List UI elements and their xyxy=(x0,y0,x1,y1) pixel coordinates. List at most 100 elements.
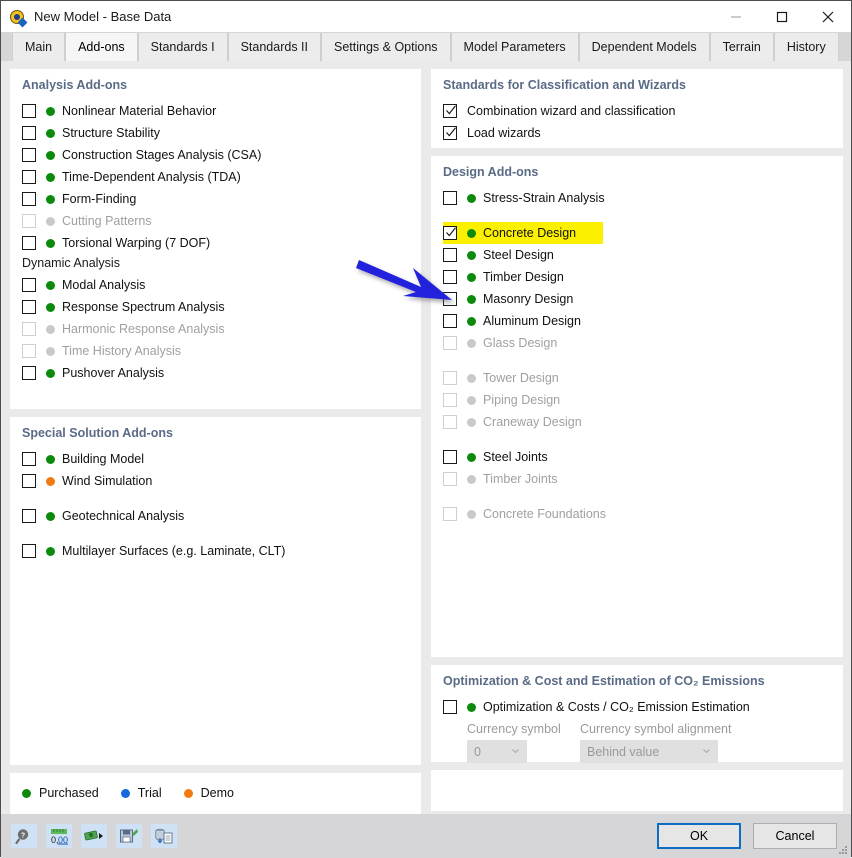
option-row-modal-analysis[interactable]: Modal Analysis xyxy=(22,274,409,296)
currency-alignment-select[interactable]: Behind value xyxy=(580,740,718,763)
dialog-window: New Model - Base Data Main Add-ons Stand… xyxy=(0,0,852,858)
tab-add-ons[interactable]: Add-ons xyxy=(65,33,138,61)
option-row-concrete-foundations[interactable]: Concrete Foundations xyxy=(443,503,831,525)
checkbox-pushover-analysis[interactable] xyxy=(22,366,36,380)
checkbox-masonry-design[interactable] xyxy=(443,292,457,306)
dialog-buttons: OK Cancel xyxy=(657,823,837,849)
option-row-steel-design[interactable]: Steel Design xyxy=(443,244,831,266)
checkbox-concrete-foundations[interactable] xyxy=(443,507,457,521)
checkbox-load-wizards[interactable] xyxy=(443,126,457,140)
checkbox-construction-stages-analysis-csa[interactable] xyxy=(22,148,36,162)
option-row-craneway-design[interactable]: Craneway Design xyxy=(443,411,831,433)
checkbox-building-model[interactable] xyxy=(22,452,36,466)
cancel-button[interactable]: Cancel xyxy=(753,823,837,849)
resize-grip-icon[interactable] xyxy=(838,845,848,855)
status-dot-purchased xyxy=(467,702,476,712)
option-row-pushover-analysis[interactable]: Pushover Analysis xyxy=(22,362,409,384)
status-dot-purchased xyxy=(46,106,55,116)
checkbox-multilayer-surfaces-e-g-laminate-clt[interactable] xyxy=(22,544,36,558)
checkbox-timber-design[interactable] xyxy=(443,270,457,284)
tab-model-parameters[interactable]: Model Parameters xyxy=(450,33,579,61)
option-label: Multilayer Surfaces (e.g. Laminate, CLT) xyxy=(62,544,286,558)
currency-symbol-value: 0 xyxy=(474,744,481,759)
help-search-icon[interactable]: ? xyxy=(11,824,37,848)
tab-dependent-models[interactable]: Dependent Models xyxy=(578,33,710,61)
checkbox-structure-stability[interactable] xyxy=(22,126,36,140)
checkbox-response-spectrum-analysis[interactable] xyxy=(22,300,36,314)
option-row-timber-joints[interactable]: Timber Joints xyxy=(443,468,831,490)
import-data-icon[interactable] xyxy=(151,824,177,848)
option-row-combination-wizard-and-classification[interactable]: Combination wizard and classification xyxy=(443,100,831,122)
ok-button[interactable]: OK xyxy=(657,823,741,849)
currency-symbol-select[interactable]: 0 xyxy=(467,740,527,763)
checkbox-combination-wizard-and-classification[interactable] xyxy=(443,104,457,118)
option-row-aluminum-design[interactable]: Aluminum Design xyxy=(443,310,831,332)
checkbox-stress-strain-analysis[interactable] xyxy=(443,191,457,205)
checkbox-craneway-design[interactable] xyxy=(443,415,457,429)
option-row-time-dependent-analysis-tda[interactable]: Time-Dependent Analysis (TDA) xyxy=(22,166,409,188)
maximize-icon[interactable] xyxy=(759,1,805,32)
option-row-multilayer-surfaces-e-g-laminate-clt[interactable]: Multilayer Surfaces (e.g. Laminate, CLT) xyxy=(22,540,409,562)
minimize-icon[interactable] xyxy=(713,1,759,32)
title-bar: New Model - Base Data xyxy=(1,1,851,32)
option-row-tower-design[interactable]: Tower Design xyxy=(443,367,831,389)
option-row-construction-stages-analysis-csa[interactable]: Construction Stages Analysis (CSA) xyxy=(22,144,409,166)
checkbox-cutting-patterns[interactable] xyxy=(22,214,36,228)
checkbox-tower-design[interactable] xyxy=(443,371,457,385)
units-decimal-icon[interactable]: 0, 00 xyxy=(46,824,72,848)
option-label: Wind Simulation xyxy=(62,474,153,488)
option-row-building-model[interactable]: Building Model xyxy=(22,448,409,470)
tab-standards-ii[interactable]: Standards II xyxy=(227,33,321,61)
checkbox-form-finding[interactable] xyxy=(22,192,36,206)
checkbox-steel-joints[interactable] xyxy=(443,450,457,464)
checkbox-geotechnical-analysis[interactable] xyxy=(22,509,36,523)
option-row-geotechnical-analysis[interactable]: Geotechnical Analysis xyxy=(22,505,409,527)
option-row-nonlinear-material-behavior[interactable]: Nonlinear Material Behavior xyxy=(22,100,409,122)
checkbox-harmonic-response-analysis[interactable] xyxy=(22,322,36,336)
status-dot-purchased xyxy=(46,511,55,521)
option-row-torsional-warping-7-dof[interactable]: Torsional Warping (7 DOF) xyxy=(22,232,409,254)
option-row-response-spectrum-analysis[interactable]: Response Spectrum Analysis xyxy=(22,296,409,318)
option-row-concrete-design[interactable]: Concrete Design xyxy=(443,222,603,244)
checkbox-steel-design[interactable] xyxy=(443,248,457,262)
checkbox-wind-simulation[interactable] xyxy=(22,474,36,488)
option-row-cutting-patterns[interactable]: Cutting Patterns xyxy=(22,210,409,232)
checkbox-time-history-analysis[interactable] xyxy=(22,344,36,358)
option-row-optimization-costs-co-emission-estimation[interactable]: Optimization & Costs / CO₂ Emission Esti… xyxy=(443,696,831,718)
currency-alignment-value: Behind value xyxy=(587,744,660,759)
option-row-wind-simulation[interactable]: Wind Simulation xyxy=(22,470,409,492)
save-template-icon[interactable] xyxy=(116,824,142,848)
option-row-piping-design[interactable]: Piping Design xyxy=(443,389,831,411)
checkbox-optimization-costs-co-emission-estimation[interactable] xyxy=(443,700,457,714)
checkbox-nonlinear-material-behavior[interactable] xyxy=(22,104,36,118)
option-row-timber-design[interactable]: Timber Design xyxy=(443,266,831,288)
option-row-time-history-analysis[interactable]: Time History Analysis xyxy=(22,340,409,362)
checkbox-timber-joints[interactable] xyxy=(443,472,457,486)
money-transfer-icon[interactable] xyxy=(81,824,107,848)
checkbox-concrete-design[interactable] xyxy=(443,226,457,240)
option-row-structure-stability[interactable]: Structure Stability xyxy=(22,122,409,144)
panel-analysis-add-ons: Analysis Add-ons Nonlinear Material Beha… xyxy=(10,69,421,409)
tab-history[interactable]: History xyxy=(773,33,839,61)
checkbox-aluminum-design[interactable] xyxy=(443,314,457,328)
checkbox-glass-design[interactable] xyxy=(443,336,457,350)
checkbox-torsional-warping-7-dof[interactable] xyxy=(22,236,36,250)
status-dot-purchased xyxy=(467,228,476,238)
option-label: Geotechnical Analysis xyxy=(62,509,185,523)
status-dot-demo xyxy=(46,476,55,486)
tab-settings-options[interactable]: Settings & Options xyxy=(321,33,451,61)
tab-terrain[interactable]: Terrain xyxy=(709,33,774,61)
option-row-steel-joints[interactable]: Steel Joints xyxy=(443,446,831,468)
option-row-masonry-design[interactable]: Masonry Design xyxy=(443,288,831,310)
tab-main[interactable]: Main xyxy=(12,33,66,61)
option-row-load-wizards[interactable]: Load wizards xyxy=(443,122,831,144)
option-row-stress-strain-analysis[interactable]: Stress-Strain Analysis xyxy=(443,187,831,209)
close-icon[interactable] xyxy=(805,1,851,32)
option-row-harmonic-response-analysis[interactable]: Harmonic Response Analysis xyxy=(22,318,409,340)
checkbox-modal-analysis[interactable] xyxy=(22,278,36,292)
option-row-glass-design[interactable]: Glass Design xyxy=(443,332,831,354)
checkbox-piping-design[interactable] xyxy=(443,393,457,407)
tab-standards-i[interactable]: Standards I xyxy=(137,33,228,61)
checkbox-time-dependent-analysis-tda[interactable] xyxy=(22,170,36,184)
option-row-form-finding[interactable]: Form-Finding xyxy=(22,188,409,210)
